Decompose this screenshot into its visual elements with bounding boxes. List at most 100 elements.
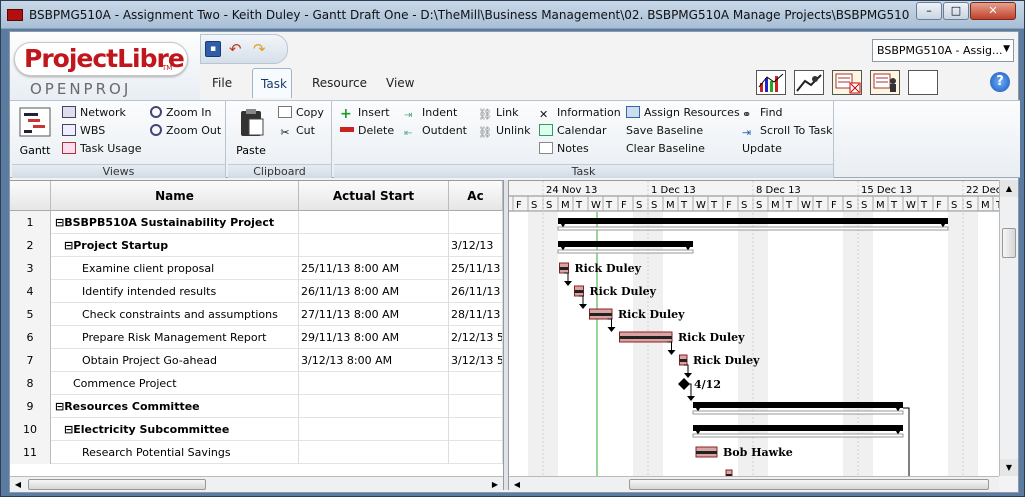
link-label: Link [496,106,519,119]
calendar-button[interactable]: Calendar [539,122,606,139]
clear-baseline-button[interactable]: Clear Baseline [626,140,705,157]
tab-resource[interactable]: Resource [304,68,375,98]
help-icon[interactable]: ? [990,72,1010,92]
table-row[interactable]: 1 ⊟BSBPB510A Sustainability Project [10,211,503,234]
table-horizontal-scrollbar[interactable]: ◀ ▶ [10,476,503,492]
row-id: 8 [10,372,51,395]
paste-label: Paste [236,144,266,157]
actual-start [299,211,449,234]
column-header-actual-start[interactable]: Actual Start [299,181,449,211]
assign-resources-button[interactable]: Assign Resources [626,104,740,121]
delete-button[interactable]: Delete [340,122,394,139]
link-button[interactable]: ⛓ Link [478,104,519,121]
project-select[interactable]: BSBPMG510A - Assig... ▼ [872,39,1014,62]
unlink-button[interactable]: ⛓ Unlink [478,122,530,139]
table-row[interactable]: 7 Obtain Project Go-ahead 3/12/13 8:00 AM 3… [10,349,503,372]
dependency-arrow [687,396,695,401]
save-baseline-button[interactable]: Save Baseline [626,122,703,139]
summary-bar-startup-baseline [557,249,694,254]
network-label: Network [80,106,126,119]
table-row[interactable]: 11 Research Potential Savings [10,441,503,464]
resource-label: Rick Duley [575,262,642,275]
task-form-icon[interactable] [832,70,862,95]
maximize-button[interactable]: □ [943,2,969,20]
gantt-button[interactable]: Gantt [16,107,54,157]
row-id: 5 [10,303,51,326]
tab-task[interactable]: Task [252,68,292,98]
table-row[interactable]: 6 Prepare Risk Management Report 29/11/13 … [10,326,503,349]
gantt-scroll-left-arrow[interactable]: ◀ [509,477,525,492]
row-id: 9 [10,395,51,418]
table-row[interactable]: 5 Check constraints and assumptions 27/11/… [10,303,503,326]
undo-icon[interactable]: ↶ [229,40,242,58]
vertical-scroll-thumb[interactable] [1002,228,1016,258]
calendar-icon [539,124,553,136]
row-id: 2 [10,234,51,257]
gantt-scroll-thumb[interactable] [629,479,989,490]
column-header-name[interactable]: Name [51,181,299,211]
insert-button[interactable]: + Insert [340,104,390,121]
minimize-button[interactable]: – [916,2,942,20]
day-label: W [696,200,706,211]
unlink-label: Unlink [496,124,531,137]
binoculars-icon: ⚭ [742,108,752,121]
column-header-actual-finish[interactable]: Ac [449,181,503,211]
scissors-icon: ✂ [280,126,290,139]
milestone-label: 4/12 [694,378,721,391]
indent-button[interactable]: ⇥ Indent [404,104,457,121]
insert-label: Insert [358,106,390,119]
table-scroll-thumb[interactable] [28,479,206,490]
scroll-up-arrow[interactable]: ▲ [1000,180,1018,197]
table-row[interactable]: 3 Examine client proposal 25/11/13 8:00 AM… [10,257,503,280]
scroll-left-arrow[interactable]: ◀ [10,477,26,492]
task-usage-button[interactable]: Task Usage [62,140,142,157]
gantt-horizontal-scrollbar[interactable]: ◀ [509,476,999,492]
week-label: 24 Nov 13 [546,185,597,196]
paste-icon [241,109,264,136]
summary-bar-project-baseline [557,226,949,231]
copy-button[interactable]: Copy [278,104,324,121]
network-button[interactable]: Network [62,104,126,121]
outdent-button[interactable]: ⇤ Outdent [404,122,467,139]
table-row[interactable]: 9 ⊟Resources Committee [10,395,503,418]
update-button[interactable]: Update [742,140,782,157]
save-icon[interactable]: ▪ [205,41,221,57]
resource-form-icon[interactable] [870,70,900,95]
zoom-in-button[interactable]: Zoom In [150,104,211,121]
table-row[interactable]: 10 ⊟Electricity Subcommittee [10,418,503,441]
day-label: T [815,200,823,211]
notes-button[interactable]: Notes [539,140,589,157]
blank-view-icon[interactable] [908,70,938,95]
tab-file[interactable]: File [204,68,240,98]
dependency-line [607,318,612,327]
zoom-out-button[interactable]: Zoom Out [150,122,221,139]
scroll-down-arrow[interactable]: ▼ [1000,459,1018,476]
summary-bar-resources-baseline [692,410,904,415]
task-progress [679,359,687,362]
table-row[interactable]: 4 Identify intended results 26/11/13 8:00 … [10,280,503,303]
resource-graph-icon[interactable] [794,70,824,95]
zoom-in-icon [150,106,162,118]
scroll-right-arrow[interactable]: ▶ [487,477,503,492]
find-button[interactable]: ⚭ Find [742,104,783,121]
tab-view[interactable]: View [378,68,422,98]
table-row[interactable]: 8 Commence Project [10,372,503,395]
vertical-scrollbar[interactable]: ▲ ▼ [999,180,1018,476]
actual-finish: 3/12/13 5: [449,349,503,372]
unlink-icon: ⛓ [478,126,492,139]
close-button[interactable]: ✕ [970,2,1016,20]
quick-access-toolbar: ▪ ↶ ↷ [200,34,288,64]
day-label: S [636,200,642,211]
chart-view-icon[interactable] [756,70,786,95]
table-row[interactable]: 2 ⊟Project Startup 3/12/13 [10,234,503,257]
information-button[interactable]: ✕ Information [539,104,621,121]
column-header-id[interactable] [10,181,51,211]
wbs-button[interactable]: WBS [62,122,105,139]
app-client: ProjectLibre TM OPENPROJ ▪ ↶ ↷ File Task… [9,31,1020,493]
cut-button[interactable]: ✂ Cut [278,122,315,139]
redo-icon[interactable]: ↷ [253,40,266,58]
paste-button[interactable]: Paste [232,107,270,157]
scroll-to-task-button[interactable]: ⇥ Scroll To Task [742,122,832,139]
gantt-svg: FSSMTWTFSSMTWTFSSMTWTFSSMTWTFSSMT24 Nov … [509,181,999,476]
dependency-line [684,364,689,373]
